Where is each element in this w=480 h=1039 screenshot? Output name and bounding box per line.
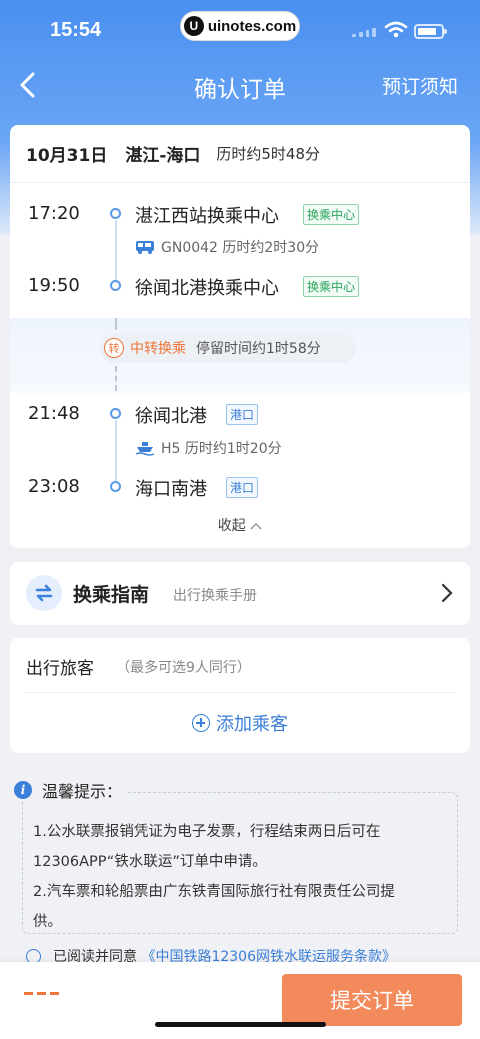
add-passenger-label: 添加乘客 [216, 714, 288, 735]
passengers-title: 出行旅客 [26, 659, 94, 679]
swap-icon [26, 575, 62, 611]
watermark-logo-icon: U [183, 16, 204, 36]
station-tag: 换乘中心 [303, 204, 360, 225]
transfer-dash-line [115, 366, 117, 391]
trip-route: 湛江-海口 [125, 146, 201, 166]
bus-icon [136, 241, 154, 254]
tip-line: 2.汽车票和轮船票由广东铁青国际旅行社有限责任公司提 [33, 884, 395, 900]
vehicle-info-text: GN0042 历时约2时30分 [161, 240, 320, 256]
passengers-hint: （最多可选9人同行） [116, 660, 251, 676]
timeline-dot [110, 408, 121, 419]
tip-line: 供。 [33, 914, 62, 930]
watermark-text: uinotes.com [207, 17, 297, 35]
transfer-icon: 转 [104, 338, 124, 358]
station-name: 徐闻北港换乘中心 [135, 278, 279, 299]
booking-notice-link[interactable]: 预订须知 [382, 72, 458, 99]
plus-circle-icon [192, 714, 210, 732]
arrival-time: 23:08 [28, 476, 80, 497]
leg-vehicle-info: GN0042 历时约2时30分 [135, 237, 319, 257]
trip-duration: 历时约5时48分 [216, 145, 321, 163]
tips-title: 温馨提示： [42, 782, 123, 801]
timeline-line [115, 220, 117, 285]
collapse-button[interactable]: 收起 [10, 515, 470, 535]
passengers-card: 出行旅客 （最多可选9人同行） 添加乘客 [10, 638, 470, 753]
guide-subtitle: 出行换乘手册 [173, 588, 257, 604]
nav-bar: 确认订单 预订须知 [0, 60, 480, 110]
transfer-wait-time: 停留时间约1时58分 [196, 341, 321, 357]
trip-header: 10月31日 湛江-海口 历时约5时48分 [10, 125, 470, 183]
timeline-dot [110, 208, 121, 219]
station-name: 海口南港 [135, 479, 207, 500]
trip-date: 10月31日 [26, 146, 108, 166]
add-passenger-button[interactable]: 添加乘客 [10, 710, 470, 736]
vehicle-info-text: H5 历时约1时20分 [161, 441, 282, 457]
station-tag: 换乘中心 [303, 276, 360, 297]
transfer-label: 中转换乘 [130, 341, 186, 357]
departure-time: 17:20 [28, 203, 80, 224]
chevron-up-icon [250, 522, 262, 530]
status-time: 15:54 [50, 19, 102, 41]
info-icon: i [14, 781, 32, 799]
chevron-right-icon [441, 583, 453, 603]
transfer-dash-line [115, 318, 117, 330]
tip-line: 1.公水联票报销凭证为电子发票，行程结束两日后可在 [33, 824, 381, 840]
station-tag: 港口 [226, 477, 259, 498]
departure-time: 21:48 [28, 403, 80, 424]
timeline-line [115, 420, 117, 485]
timeline-dot [110, 481, 121, 492]
station-name: 徐闻北港 [135, 406, 207, 427]
collapse-label: 收起 [217, 518, 246, 534]
transfer-badge: 转 中转换乘 停留时间约1时58分 [100, 333, 356, 363]
transfer-guide-row[interactable]: 换乘指南 出行换乘手册 [10, 562, 470, 625]
divider [26, 692, 454, 693]
tips-box: 1.公水联票报销凭证为电子发票，行程结束两日后可在 12306APP“铁水联运”… [22, 792, 458, 934]
trip-card: 10月31日 湛江-海口 历时约5时48分 17:20 湛江西站换乘中心 换乘中… [10, 125, 470, 548]
home-indicator [155, 1022, 326, 1027]
station-tag: 港口 [226, 404, 259, 425]
station-name: 湛江西站换乘中心 [135, 206, 279, 227]
status-bar: 15:54 U uinotes.com [0, 0, 480, 60]
price-placeholder [24, 992, 59, 995]
submit-order-button[interactable]: 提交订单 [282, 974, 462, 1026]
tips-header: i 温馨提示： [14, 778, 129, 802]
timeline-dot [110, 280, 121, 291]
tip-line: 12306APP“铁水联运”订单中申请。 [33, 854, 267, 870]
bottom-bar: 提交订单 [0, 962, 480, 1039]
battery-icon [414, 24, 447, 39]
leg-vehicle-info: H5 历时约1时20分 [135, 438, 282, 458]
guide-title: 换乘指南 [73, 584, 150, 606]
wifi-icon [384, 21, 408, 38]
arrival-time: 19:50 [28, 275, 80, 296]
transfer-section: 转 中转换乘 停留时间约1时58分 [10, 318, 470, 393]
watermark: U uinotes.com [180, 11, 300, 41]
ship-icon [135, 442, 155, 456]
cellular-signal-icon [352, 27, 376, 37]
